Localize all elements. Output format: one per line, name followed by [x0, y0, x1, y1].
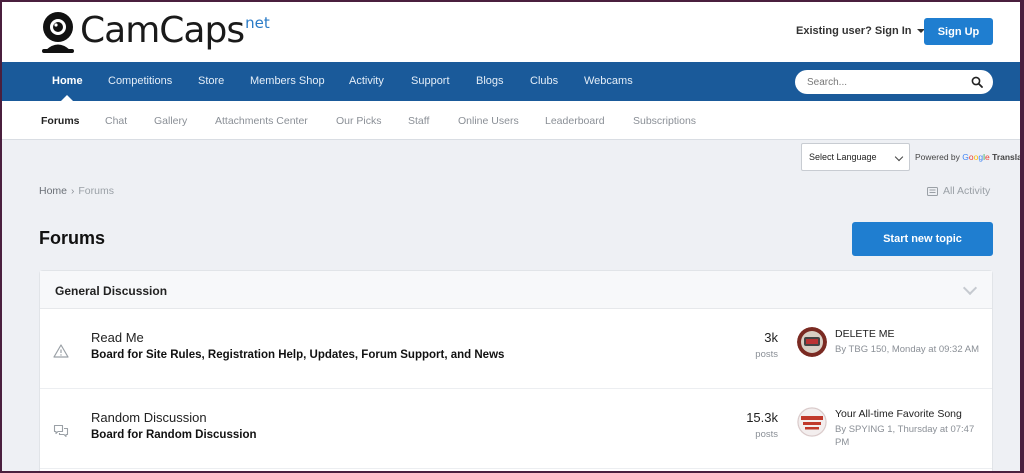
forum-description: Board for Site Rules, Registration Help,…: [91, 349, 505, 361]
main-nav: Home Competitions Store Members Shop Act…: [2, 62, 1020, 101]
breadcrumb-home[interactable]: Home: [39, 185, 67, 197]
chevron-down-icon: [894, 152, 904, 162]
last-post-meta: By SPYING 1, Thursday at 07:47 PM: [835, 424, 975, 448]
avatar[interactable]: [797, 407, 827, 437]
nav-item-clubs[interactable]: Clubs: [530, 62, 558, 101]
chevron-right-icon: ›: [71, 185, 75, 197]
nav-item-blogs[interactable]: Blogs: [476, 62, 504, 101]
sub-nav: Forums Chat Gallery Attachments Center O…: [2, 101, 1020, 140]
last-post-meta: By TBG 150, Monday at 09:32 AM: [835, 344, 979, 355]
nav-item-webcams[interactable]: Webcams: [584, 62, 633, 101]
subnav-item-our-picks[interactable]: Our Picks: [336, 101, 382, 140]
page-title: Forums: [39, 228, 106, 248]
language-select[interactable]: Select Language: [801, 143, 910, 171]
logo-text: CamCaps: [80, 10, 245, 51]
nav-item-store[interactable]: Store: [198, 62, 224, 101]
nav-item-competitions[interactable]: Competitions: [108, 62, 172, 101]
nav-item-support[interactable]: Support: [411, 62, 450, 101]
breadcrumb: Home › Forums: [39, 185, 114, 197]
subnav-item-forums[interactable]: Forums: [41, 101, 80, 140]
subnav-item-gallery[interactable]: Gallery: [154, 101, 187, 140]
all-activity-label: All Activity: [943, 185, 991, 197]
forum-title[interactable]: Read Me: [91, 330, 144, 345]
category-title[interactable]: General Discussion: [55, 284, 167, 298]
forum-description: Board for Random Discussion: [91, 429, 257, 441]
forum-row[interactable]: Read Me Board for Site Rules, Registrati…: [40, 309, 992, 389]
start-new-topic-button[interactable]: Start new topic: [852, 222, 993, 256]
forum-row[interactable]: Random Discussion Board for Random Discu…: [40, 389, 992, 469]
activity-icon: [927, 186, 938, 196]
avatar[interactable]: [797, 327, 827, 357]
search-box[interactable]: [795, 70, 993, 94]
subnav-item-online-users[interactable]: Online Users: [458, 101, 519, 140]
nav-item-activity[interactable]: Activity: [349, 62, 384, 101]
signup-button[interactable]: Sign Up: [924, 18, 993, 45]
logo-suffix: net: [245, 14, 270, 32]
last-post-title[interactable]: Your All-time Favorite Song: [835, 408, 962, 420]
collapse-chevron-icon[interactable]: [962, 280, 978, 296]
subnav-item-chat[interactable]: Chat: [105, 101, 127, 140]
nav-item-home[interactable]: Home: [52, 62, 83, 101]
subnav-item-attachments-center[interactable]: Attachments Center: [215, 101, 308, 140]
forum-post-count-label: posts: [755, 349, 778, 360]
forum-post-count: 3k: [764, 330, 778, 345]
forum-post-count-label: posts: [755, 429, 778, 440]
nav-item-members-shop[interactable]: Members Shop: [250, 62, 325, 101]
subnav-item-leaderboard[interactable]: Leaderboard: [545, 101, 605, 140]
site-logo[interactable]: CamCaps net: [38, 10, 270, 56]
forum-category: General Discussion Read Me Board for Sit…: [39, 270, 993, 471]
subnav-item-staff[interactable]: Staff: [408, 101, 429, 140]
site-header: CamCaps net Existing user? Sign In Sign …: [2, 2, 1020, 62]
forum-title[interactable]: Random Discussion: [91, 410, 207, 425]
search-input[interactable]: [807, 74, 967, 90]
forum-post-count: 15.3k: [746, 410, 778, 425]
powered-by-google: Powered by Google Transla: [915, 152, 1020, 162]
powered-prefix: Powered by: [915, 152, 960, 162]
signin-link[interactable]: Existing user? Sign In: [796, 25, 925, 37]
breadcrumb-current: Forums: [78, 185, 114, 197]
subnav-item-subscriptions[interactable]: Subscriptions: [633, 101, 696, 140]
signin-label: Existing user? Sign In: [796, 25, 912, 37]
category-header: General Discussion: [40, 271, 992, 309]
warning-icon: [53, 344, 69, 358]
search-icon[interactable]: [971, 76, 983, 88]
google-logo: Google: [962, 152, 990, 162]
webcam-logo-icon: [38, 10, 78, 54]
page-frame: CamCaps net Existing user? Sign In Sign …: [2, 2, 1020, 471]
language-select-label: Select Language: [809, 152, 877, 162]
powered-suffix: Transla: [992, 152, 1020, 162]
last-post-title[interactable]: DELETE ME: [835, 328, 895, 340]
all-activity-link[interactable]: All Activity: [927, 185, 990, 197]
chat-bubbles-icon: [53, 424, 69, 438]
